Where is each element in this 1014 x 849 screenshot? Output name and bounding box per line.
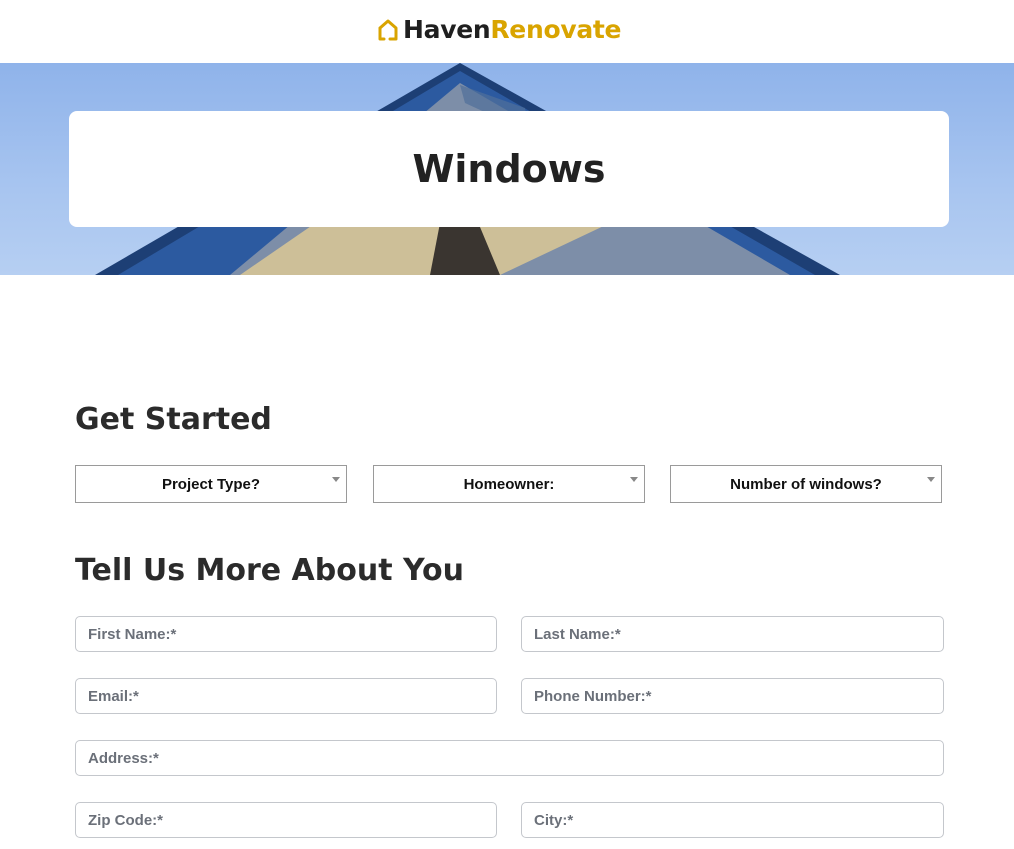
hero-title-card: Windows [69, 111, 949, 227]
homeowner-select[interactable]: Homeowner: [373, 465, 645, 503]
email-field[interactable] [75, 678, 497, 714]
zip-code-field[interactable] [75, 802, 497, 838]
chevron-down-icon [630, 477, 638, 482]
city-field[interactable] [521, 802, 944, 838]
chevron-down-icon [332, 477, 340, 482]
page-title: Windows [412, 147, 606, 191]
project-type-select[interactable]: Project Type? [75, 465, 347, 503]
number-of-windows-label: Number of windows? [730, 475, 882, 493]
project-type-label: Project Type? [161, 475, 261, 493]
site-header: Haven Renovate [0, 0, 1014, 63]
house-icon [378, 19, 398, 40]
last-name-field[interactable] [521, 616, 944, 652]
brand-name-part2: Renovate [490, 15, 622, 44]
phone-number-field[interactable] [521, 678, 944, 714]
number-of-windows-select[interactable]: Number of windows? [670, 465, 942, 503]
brand-name-part1: Haven [403, 15, 491, 44]
brand-logo[interactable]: Haven Renovate [377, 15, 622, 44]
address-field[interactable] [75, 740, 944, 776]
first-name-field[interactable] [75, 616, 497, 652]
about-you-heading: Tell Us More About You [75, 553, 464, 588]
homeowner-label: Homeowner: [463, 475, 555, 493]
chevron-down-icon [927, 477, 935, 482]
get-started-heading: Get Started [75, 402, 272, 437]
hero-banner: Windows [0, 63, 1014, 275]
